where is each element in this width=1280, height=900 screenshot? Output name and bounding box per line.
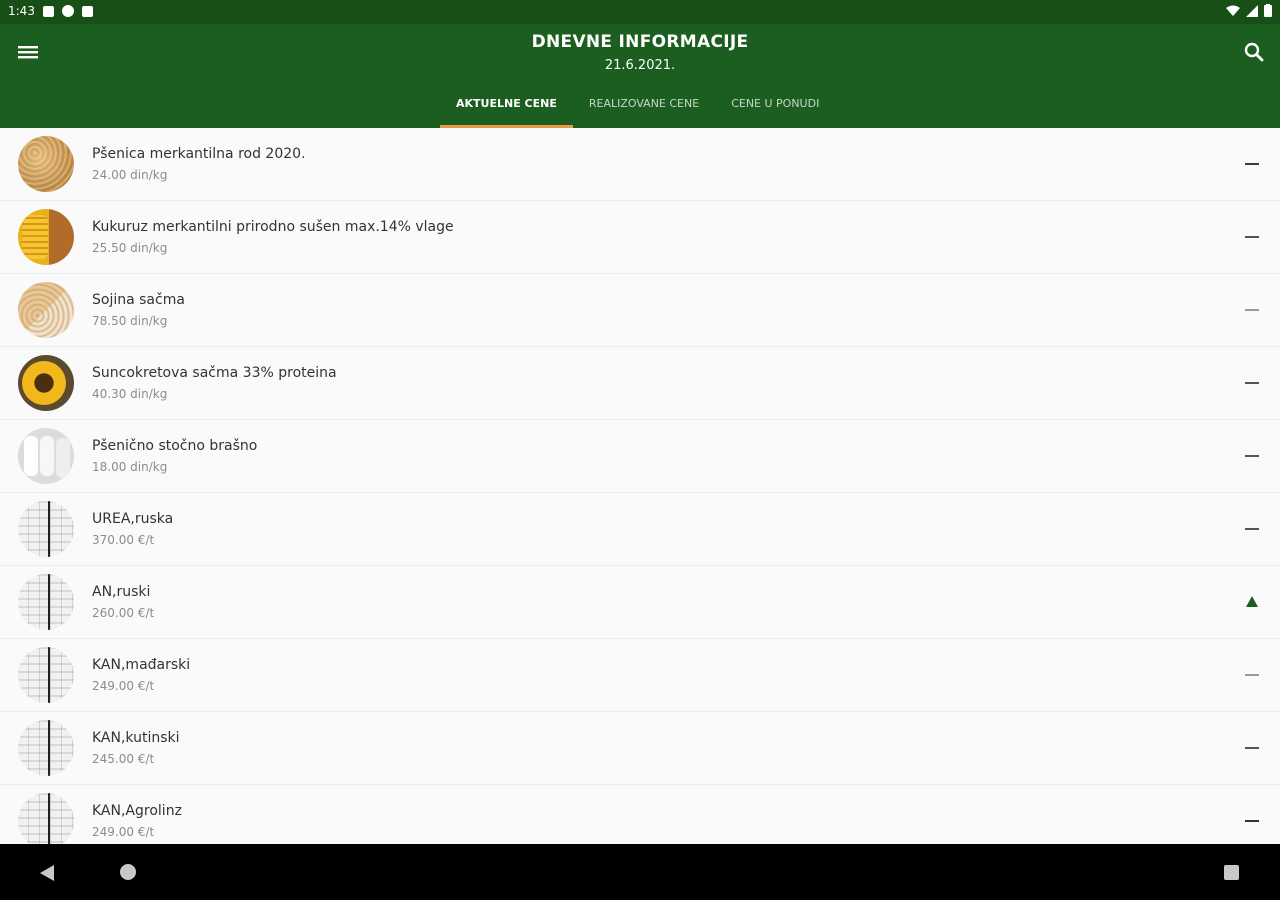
page-date: 21.6.2021. [604, 58, 676, 73]
list-item[interactable]: Pšenica merkantilna rod 2020. 24.00 din/… [0, 128, 1280, 201]
trend-unchanged-icon [1245, 163, 1259, 165]
trend-unchanged-icon [1245, 236, 1259, 238]
fertilizer-thumbnail [18, 647, 74, 703]
sd-card-icon [81, 5, 93, 17]
list-item[interactable]: Suncokretova sačma 33% proteina 40.30 di… [0, 347, 1280, 420]
tab-realizovane-cene[interactable]: REALIZOVANE CENE [573, 84, 715, 128]
fertilizer-thumbnail [18, 793, 74, 844]
signal-icon [1246, 4, 1258, 17]
item-price: 18.00 din/kg [92, 460, 168, 474]
item-name: Suncokretova sačma 33% proteina [92, 365, 337, 381]
status-bar-right [1226, 4, 1272, 17]
trend-unchanged-icon [1245, 382, 1259, 384]
trend-unchanged-icon [1245, 820, 1259, 822]
list-item[interactable]: Sojina sačma 78.50 din/kg [0, 274, 1280, 347]
item-price: 78.50 din/kg [92, 314, 168, 328]
item-name: AN,ruski [92, 584, 151, 600]
fertilizer-thumbnail [18, 501, 74, 557]
soy-thumbnail [18, 282, 74, 338]
app-notification-icon [61, 5, 74, 17]
fertilizer-thumbnail [18, 720, 74, 776]
item-price: 40.30 din/kg [92, 387, 168, 401]
battery-icon [1264, 4, 1272, 17]
list-item[interactable]: KAN,Agrolinz 249.00 €/t [0, 785, 1280, 844]
status-bar-left: 1:43 [8, 4, 93, 18]
item-price: 245.00 €/t [92, 752, 155, 766]
sunflower-thumbnail [18, 355, 74, 411]
tab-cene-u-ponudi[interactable]: CENE U PONUDI [715, 84, 835, 128]
trend-unchanged-icon [1245, 309, 1259, 311]
back-icon[interactable] [38, 864, 56, 882]
list-item[interactable]: UREA,ruska 370.00 €/t [0, 493, 1280, 566]
list-item[interactable]: Pšenično stočno brašno 18.00 din/kg [0, 420, 1280, 493]
item-name: KAN,mađarski [92, 657, 191, 673]
list-item[interactable]: AN,ruski 260.00 €/t [0, 566, 1280, 639]
trend-unchanged-icon [1245, 747, 1259, 749]
wheat-thumbnail [18, 136, 74, 192]
item-price: 25.50 din/kg [92, 241, 168, 255]
price-list: Pšenica merkantilna rod 2020. 24.00 din/… [0, 128, 1280, 844]
item-name: UREA,ruska [92, 511, 174, 527]
trend-unchanged-icon [1245, 455, 1259, 457]
trend-unchanged-icon [1245, 674, 1259, 676]
status-bar: 1:43 [0, 0, 1280, 24]
item-price: 370.00 €/t [92, 533, 155, 547]
search-icon [1244, 42, 1264, 62]
fertilizer-thumbnail [18, 574, 74, 630]
list-item[interactable]: KAN,kutinski 245.00 €/t [0, 712, 1280, 785]
status-time: 1:43 [8, 4, 35, 18]
tab-aktuelne-cene[interactable]: AKTUELNE CENE [440, 84, 573, 128]
list-item[interactable]: KAN,mađarski 249.00 €/t [0, 639, 1280, 712]
item-price: 249.00 €/t [92, 825, 155, 839]
item-name: KAN,kutinski [92, 730, 180, 746]
home-icon[interactable] [120, 864, 136, 880]
page-title: DNEVNE INFORMACIJE [531, 32, 749, 52]
wifi-icon [1226, 5, 1240, 16]
trend-up-icon [1246, 596, 1258, 607]
item-name: Pšenično stočno brašno [92, 438, 258, 454]
recent-apps-icon[interactable] [1224, 865, 1239, 880]
tab-bar: AKTUELNE CENE REALIZOVANE CENE CENE U PO… [440, 84, 835, 128]
flour-thumbnail [18, 428, 74, 484]
item-name: KAN,Agrolinz [92, 803, 182, 819]
item-name: Kukuruz merkantilni prirodno sušen max.1… [92, 219, 454, 235]
item-price: 24.00 din/kg [92, 168, 168, 182]
item-name: Sojina sačma [92, 292, 185, 308]
app-bar: DNEVNE INFORMACIJE 21.6.2021. AKTUELNE C… [0, 24, 1280, 128]
system-nav-bar [0, 844, 1280, 900]
item-name: Pšenica merkantilna rod 2020. [92, 146, 306, 162]
corn-thumbnail [18, 209, 74, 265]
list-item[interactable]: Kukuruz merkantilni prirodno sušen max.1… [0, 201, 1280, 274]
trend-unchanged-icon [1245, 528, 1259, 530]
item-price: 260.00 €/t [92, 606, 155, 620]
search-button[interactable] [1240, 38, 1268, 66]
notification-icon [42, 5, 54, 17]
item-price: 249.00 €/t [92, 679, 155, 693]
